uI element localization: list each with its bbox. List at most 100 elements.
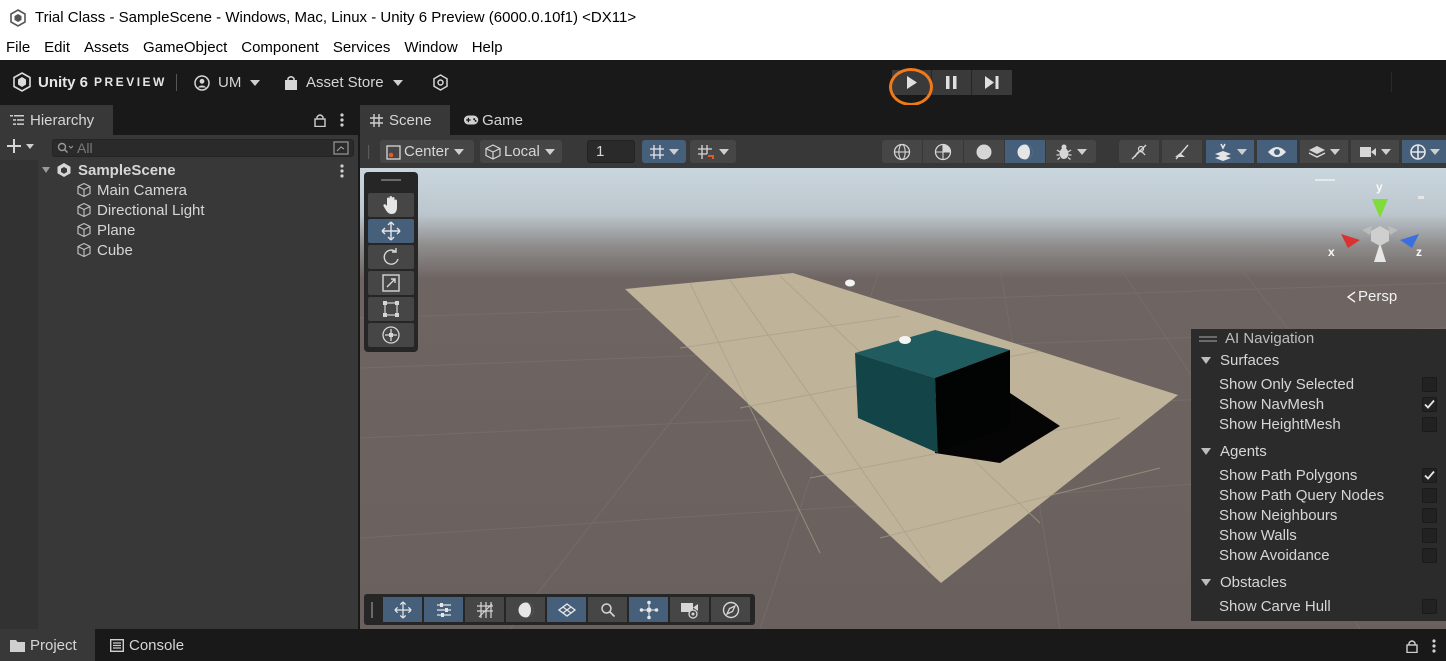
wireframe-mode-button[interactable] [882, 140, 922, 163]
overlay-tool-settings-button[interactable] [424, 597, 463, 622]
space-label: Local [504, 143, 540, 160]
shaded-mode-button[interactable] [1005, 140, 1045, 163]
more-options-icon[interactable] [1432, 639, 1436, 653]
overlay-navigation-button[interactable] [547, 597, 586, 622]
tab-game[interactable]: Game [453, 105, 533, 135]
rotate-tool-button[interactable] [368, 245, 414, 269]
search-icon [600, 602, 615, 617]
step-button[interactable] [972, 70, 1012, 95]
lock-icon[interactable] [314, 113, 326, 127]
option-checkbox[interactable] [1422, 417, 1437, 432]
overlay-grid-button[interactable] [465, 597, 504, 622]
hierarchy-item[interactable]: Directional Light [76, 200, 205, 220]
ai-navigation-title: AI Navigation [1225, 330, 1315, 347]
unlit-mode-button[interactable] [964, 140, 1004, 163]
camera-settings-dropdown[interactable] [1351, 140, 1399, 163]
tab-project[interactable]: Project [0, 629, 95, 661]
menu-help[interactable]: Help [465, 39, 510, 56]
chevron-down-icon [1330, 148, 1340, 155]
item-label: Cube [97, 241, 133, 259]
create-dropdown[interactable] [7, 139, 34, 153]
gizmos-dropdown[interactable] [1402, 140, 1446, 163]
option-row: Show NavMesh [1191, 394, 1446, 414]
more-options-icon[interactable] [340, 164, 344, 178]
view-tool-button[interactable] [368, 193, 414, 217]
hierarchy-panel: All SampleScene Main Camera Directional … [0, 135, 358, 629]
overlay-search-button[interactable] [588, 597, 627, 622]
gameobject-cube-icon [77, 182, 91, 198]
shaded-wireframe-mode-button[interactable] [923, 140, 963, 163]
debug-draw-dropdown[interactable] [1046, 140, 1096, 163]
hierarchy-search-input[interactable]: All [52, 139, 354, 157]
overlay-draw-mode-button[interactable] [506, 597, 545, 622]
effects-dropdown[interactable] [1206, 140, 1254, 163]
overlay-move-button[interactable] [383, 597, 422, 622]
menu-assets[interactable]: Assets [77, 39, 136, 56]
increment-snap-toggle[interactable] [690, 140, 736, 163]
menu-window[interactable]: Window [397, 39, 464, 56]
lock-icon[interactable] [1406, 639, 1418, 653]
option-checkbox[interactable] [1422, 548, 1437, 563]
move-tool-button[interactable] [368, 219, 414, 243]
overlay-camera-button[interactable] [670, 597, 709, 622]
audio-toggle-button[interactable] [1162, 140, 1202, 163]
drag-handle-icon[interactable] [371, 602, 373, 618]
drag-handle-icon[interactable] [381, 179, 401, 181]
drag-handle-icon[interactable] [1199, 340, 1217, 342]
pause-button[interactable] [932, 70, 972, 95]
option-checkbox[interactable] [1422, 488, 1437, 503]
search-icon [57, 142, 73, 153]
hierarchy-item[interactable]: Plane [76, 220, 135, 240]
menu-services[interactable]: Services [326, 39, 398, 56]
rect-tool-button[interactable] [368, 297, 414, 321]
menu-component[interactable]: Component [234, 39, 326, 56]
option-checkbox[interactable] [1422, 377, 1437, 392]
gizmo-globe-icon [1409, 143, 1426, 160]
option-checkbox[interactable] [1422, 528, 1437, 543]
section-label: Surfaces [1220, 351, 1280, 369]
projection-toggle[interactable]: Persp [1346, 288, 1397, 305]
asset-store-label: Asset Store [306, 74, 384, 91]
scale-tool-button[interactable] [368, 271, 414, 295]
menu-file[interactable]: File [0, 39, 37, 56]
section-agents[interactable]: Agents [1191, 441, 1446, 461]
menu-gameobject[interactable]: GameObject [136, 39, 234, 56]
option-checkbox[interactable] [1422, 468, 1437, 483]
grid-size-value: 1 [596, 143, 605, 160]
pivot-space-dropdown[interactable]: Local [480, 140, 562, 163]
chevron-down-icon [1201, 448, 1211, 455]
grid-size-input[interactable]: 1 [587, 140, 635, 163]
hierarchy-item[interactable]: Main Camera [76, 180, 187, 200]
tab-scene[interactable]: Scene [360, 105, 450, 135]
option-checkbox[interactable] [1422, 397, 1437, 412]
account-dropdown[interactable]: UM [194, 74, 261, 91]
option-label: Show NavMesh [1219, 395, 1325, 413]
section-obstacles[interactable]: Obstacles [1191, 572, 1446, 592]
hierarchy-gutter [0, 160, 38, 629]
drag-handle-icon[interactable] [1199, 336, 1217, 338]
scene-filter-icon[interactable] [333, 141, 349, 155]
layers-dropdown[interactable] [1300, 140, 1348, 163]
overlay-compass-button[interactable] [711, 597, 750, 622]
tab-console[interactable]: Console [100, 629, 196, 661]
scene-visibility-toggle[interactable] [1257, 140, 1297, 163]
tab-hierarchy[interactable]: Hierarchy [0, 105, 113, 135]
unity-brand[interactable]: Unity 6 PREVIEW [12, 72, 167, 92]
asset-store-dropdown[interactable]: Asset Store [284, 74, 403, 91]
grid-snap-toggle[interactable] [642, 140, 686, 163]
gameobject-cube-icon [77, 242, 91, 258]
overlay-pivot-button[interactable] [629, 597, 668, 622]
rotate-icon [383, 248, 399, 265]
hierarchy-item[interactable]: Cube [76, 240, 133, 260]
pivot-label: Center [404, 143, 450, 160]
pivot-mode-dropdown[interactable]: Center [380, 140, 474, 163]
menu-edit[interactable]: Edit [37, 39, 77, 56]
option-checkbox[interactable] [1422, 508, 1437, 523]
cloud-services-icon[interactable] [432, 74, 449, 91]
more-options-icon[interactable] [340, 113, 344, 127]
hierarchy-scene-row[interactable]: SampleScene [42, 160, 176, 180]
2d-toggle-button[interactable] [1119, 140, 1159, 163]
section-surfaces[interactable]: Surfaces [1191, 350, 1446, 370]
transform-tool-button[interactable] [368, 323, 414, 347]
option-checkbox[interactable] [1422, 599, 1437, 614]
